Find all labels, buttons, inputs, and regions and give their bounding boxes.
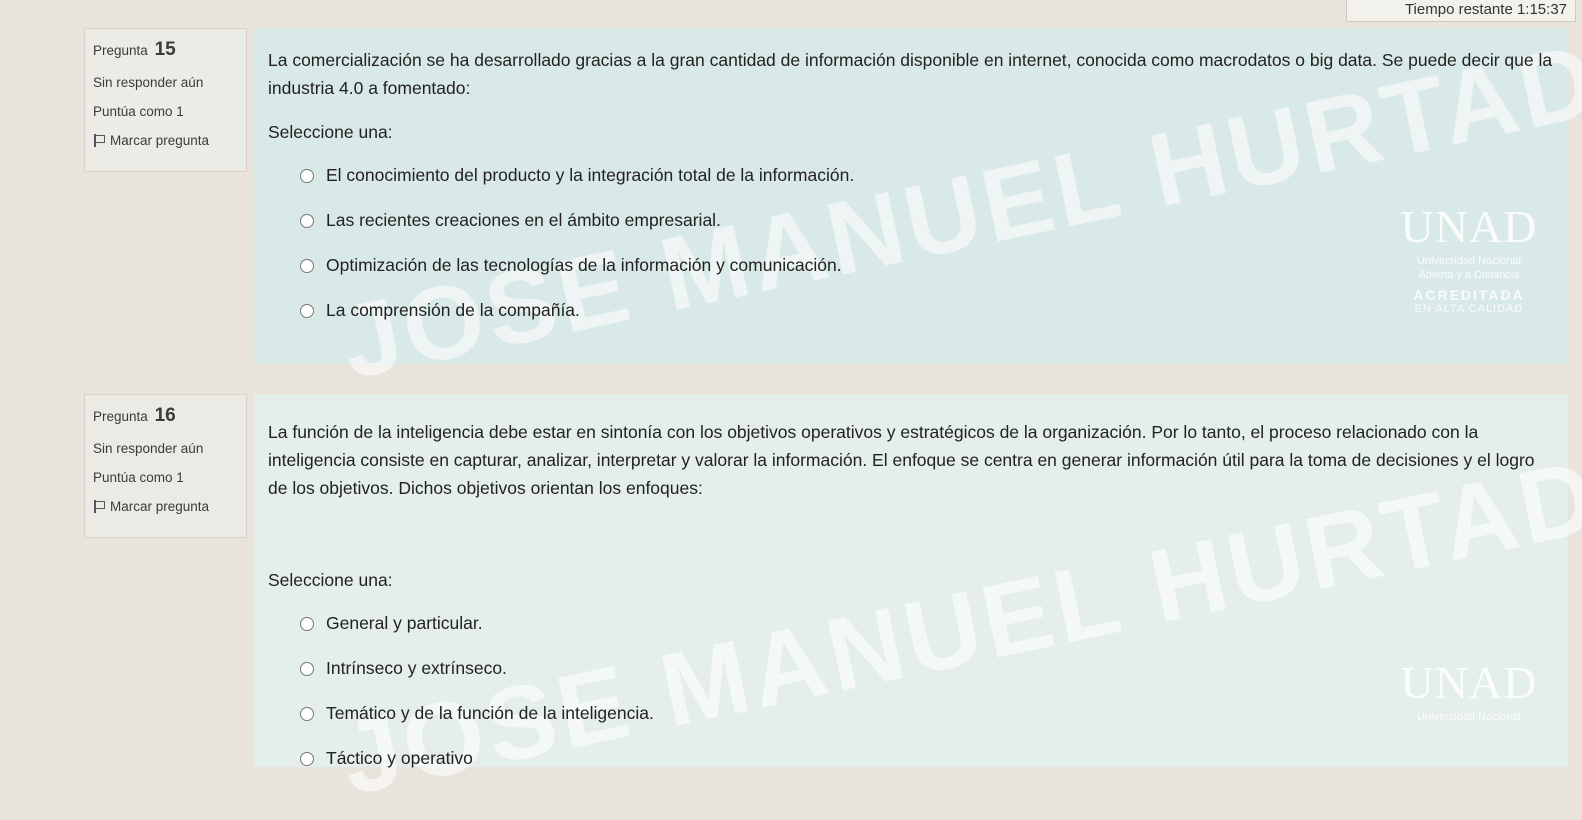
flag-icon bbox=[93, 500, 105, 513]
flag-question-label: Marcar pregunta bbox=[110, 499, 210, 514]
question-score: Puntúa como 1 bbox=[93, 104, 184, 119]
flag-icon bbox=[93, 134, 105, 147]
answer-option[interactable]: Táctico y operativo bbox=[300, 736, 1568, 781]
time-remaining: Tiempo restante 1:15:37 bbox=[1346, 0, 1576, 22]
radio-button[interactable] bbox=[300, 303, 314, 318]
question-score: Puntúa como 1 bbox=[93, 470, 184, 485]
answer-label: Intrínseco y extrínseco. bbox=[326, 658, 507, 678]
flag-question-button[interactable]: Marcar pregunta bbox=[93, 499, 236, 514]
answer-label: El conocimiento del producto y la integr… bbox=[326, 165, 855, 185]
question-status: Sin responder aún bbox=[93, 75, 204, 90]
radio-button[interactable] bbox=[300, 258, 314, 273]
answer-label: General y particular. bbox=[326, 613, 483, 633]
radio-button[interactable] bbox=[300, 616, 314, 631]
answer-label: Temático y de la función de la inteligen… bbox=[326, 703, 654, 723]
answer-option[interactable]: Optimización de las tecnologías de la in… bbox=[300, 243, 1568, 288]
question-status: Sin responder aún bbox=[93, 441, 204, 456]
answer-label: Táctico y operativo bbox=[326, 748, 473, 768]
select-prompt: Seleccione una: bbox=[268, 122, 393, 142]
question-content: JOSE MANUEL HURTADO GODOY UNAD Universid… bbox=[254, 0, 1582, 402]
radio-button[interactable] bbox=[300, 213, 314, 228]
answer-options: El conocimiento del producto y la integr… bbox=[300, 153, 1568, 333]
answer-label: La comprensión de la compañía. bbox=[326, 300, 580, 320]
answer-option[interactable]: Temático y de la función de la inteligen… bbox=[300, 691, 1568, 736]
timer-label: Tiempo restante bbox=[1404, 1, 1513, 18]
radio-button[interactable] bbox=[300, 661, 314, 676]
question-info: Pregunta 16 Sin responder aún Puntúa com… bbox=[84, 394, 247, 538]
flag-question-label: Marcar pregunta bbox=[110, 133, 210, 148]
answer-option[interactable]: La comprensión de la compañía. bbox=[300, 288, 1568, 333]
question-15: Pregunta 15 Sin responder aún Puntúa com… bbox=[84, 0, 1582, 402]
select-prompt: Seleccione una: bbox=[268, 570, 393, 590]
radio-button[interactable] bbox=[300, 706, 314, 721]
answer-option[interactable]: General y particular. bbox=[300, 601, 1568, 646]
question-number: Pregunta 16 bbox=[93, 405, 176, 426]
question-content: JOSE MANUEL HURTADO GODOY UNAD Universid… bbox=[254, 328, 1582, 818]
flag-question-button[interactable]: Marcar pregunta bbox=[93, 133, 236, 148]
answer-options: General y particular. Intrínseco y extrí… bbox=[300, 601, 1568, 781]
answer-option[interactable]: Intrínseco y extrínseco. bbox=[300, 646, 1568, 691]
question-info: Pregunta 15 Sin responder aún Puntúa com… bbox=[84, 28, 247, 172]
answer-label: Optimización de las tecnologías de la in… bbox=[326, 255, 842, 275]
question-16: Pregunta 16 Sin responder aún Puntúa com… bbox=[84, 328, 1582, 818]
question-text: La comercialización se ha desarrollado g… bbox=[268, 50, 1553, 98]
question-number: Pregunta 15 bbox=[93, 39, 176, 60]
answer-option[interactable]: El conocimiento del producto y la integr… bbox=[300, 153, 1568, 198]
answer-label: Las recientes creaciones en el ámbito em… bbox=[326, 210, 721, 230]
question-text: La función de la inteligencia debe estar… bbox=[268, 422, 1535, 498]
timer-value: 1:15:37 bbox=[1516, 1, 1567, 18]
radio-button[interactable] bbox=[300, 751, 314, 766]
radio-button[interactable] bbox=[300, 168, 314, 183]
answer-option[interactable]: Las recientes creaciones en el ámbito em… bbox=[300, 198, 1568, 243]
